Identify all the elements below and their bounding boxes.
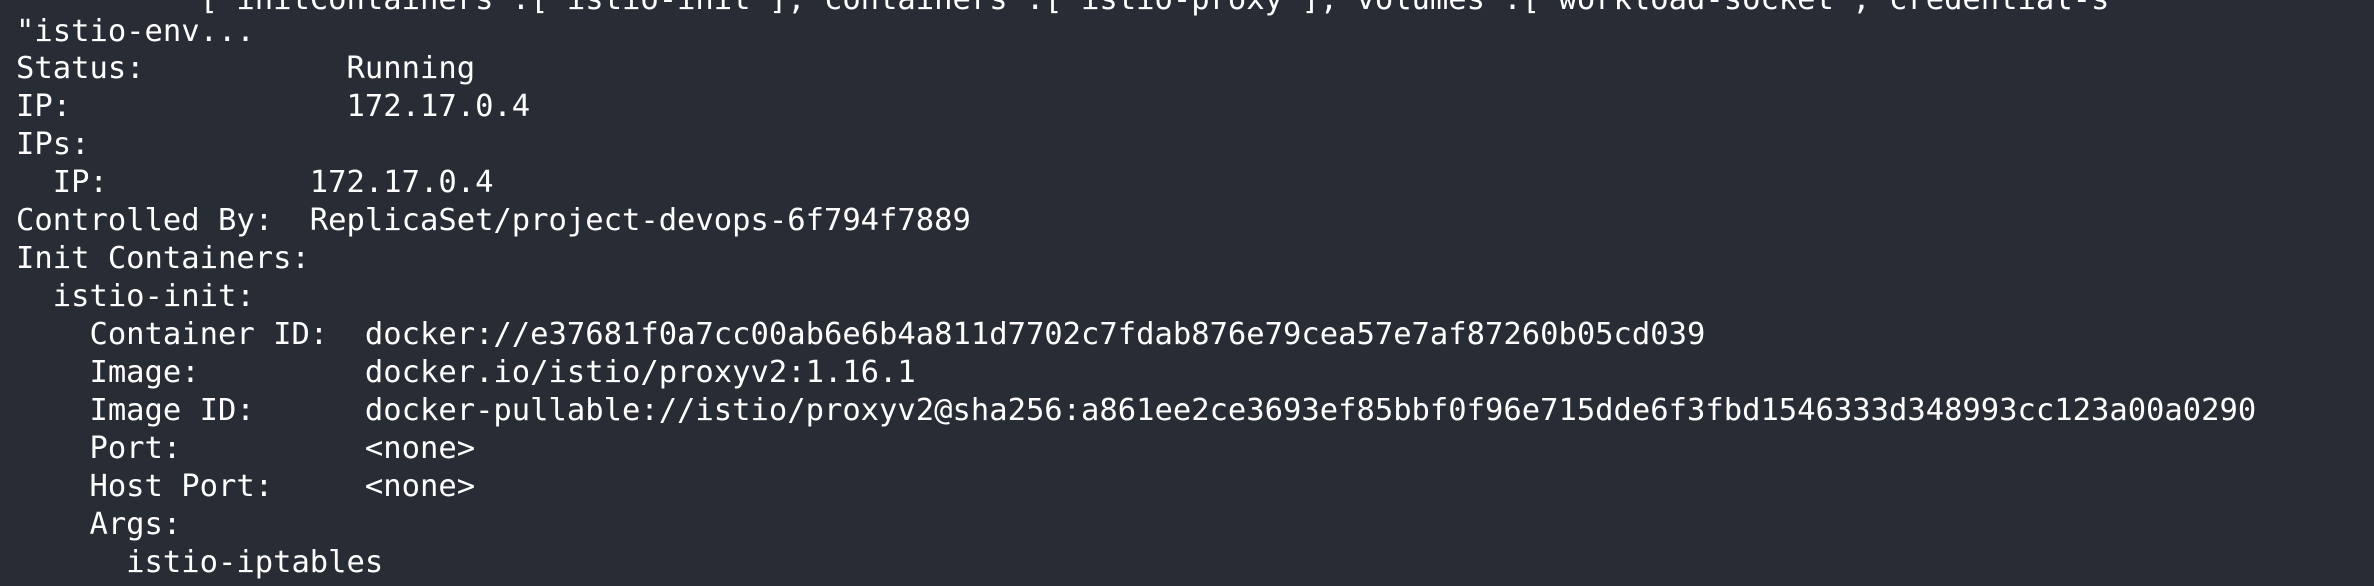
terminal-line-ips-ip: IP: 172.17.0.4 bbox=[16, 165, 494, 200]
terminal-line-istio-env: "istio-env... bbox=[16, 14, 255, 49]
terminal-line-host-port: Host Port: <none> bbox=[16, 469, 476, 504]
terminal-line-image-id: Image ID: docker-pullable://istio/proxyv… bbox=[16, 393, 2257, 428]
terminal-line-init-containers: Init Containers: bbox=[16, 241, 310, 276]
terminal-line-port: Port: <none> bbox=[16, 431, 476, 466]
terminal-line-status: Status: Running bbox=[16, 51, 476, 86]
terminal-line-istio-init: istio-init: bbox=[16, 279, 255, 314]
terminal-line-args: Args: bbox=[16, 507, 182, 542]
terminal-line-annotation-cut: ["initContainers":["istio-init"],"contai… bbox=[16, 0, 2110, 19]
terminal-line-container-id: Container ID: docker://e37681f0a7cc00ab6… bbox=[16, 317, 1706, 352]
terminal-line-ip: IP: 172.17.0.4 bbox=[16, 89, 531, 124]
terminal-line-ips-header: IPs: bbox=[16, 127, 90, 162]
terminal-line-istio-iptables: istio-iptables bbox=[16, 545, 384, 580]
terminal-line-controlled-by: Controlled By: ReplicaSet/project-devops… bbox=[16, 203, 971, 238]
terminal-line-image: Image: docker.io/istio/proxyv2:1.16.1 bbox=[16, 355, 916, 390]
terminal-output[interactable]: ["initContainers":["istio-init"],"contai… bbox=[0, 0, 2374, 586]
